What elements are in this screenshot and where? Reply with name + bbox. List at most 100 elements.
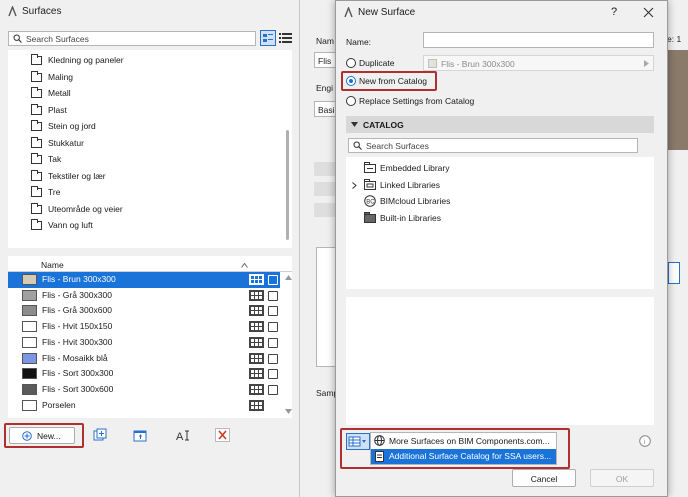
embedded-library-icon — [364, 162, 376, 173]
builtin-library-folder-icon — [364, 212, 376, 223]
folder-label: Plast — [48, 104, 67, 115]
texture-icon — [268, 275, 278, 285]
surface-list-item[interactable]: Flis - Sort 300x300 — [8, 366, 280, 382]
texture-icon — [268, 306, 278, 317]
texture-preview-fragment — [668, 50, 688, 150]
duplicate-radio[interactable] — [346, 58, 356, 68]
surface-list-item[interactable]: Flis - Sort 300x600 — [8, 382, 280, 398]
info-icon[interactable]: i — [639, 435, 651, 447]
catalog-popup-menu: More Surfaces on BIM Components.com... A… — [370, 432, 557, 465]
duplicate-label[interactable]: Duplicate — [359, 58, 394, 68]
list-header-name[interactable]: Name — [41, 260, 64, 270]
section-fragment-2 — [314, 182, 336, 196]
surface-swatch — [22, 305, 37, 317]
catalog-header-label: CATALOG — [363, 120, 404, 130]
window-title: Surfaces — [22, 6, 62, 17]
surface-swatch — [22, 289, 37, 301]
folder-row[interactable]: Vann og luft — [12, 218, 272, 234]
name-label: Name: — [346, 37, 372, 47]
section-fragment-1 — [314, 162, 336, 176]
surface-list-item[interactable]: Flis - Mosaikk blå — [8, 351, 280, 367]
replace-settings-radio[interactable] — [346, 96, 356, 106]
expand-chevron-icon[interactable] — [352, 182, 357, 189]
texture-icon — [268, 337, 278, 348]
folder-row[interactable]: Tre — [12, 185, 272, 201]
surface-list-item[interactable]: Flis - Hvit 300x300 — [8, 335, 280, 351]
library-tree: Embedded Library Linked Libraries BC BIM… — [346, 157, 654, 289]
thumbnail-view-button[interactable] — [260, 30, 276, 46]
catalog-search-input[interactable]: Search Surfaces — [348, 138, 638, 153]
surface-list-item[interactable]: Flis - Brun 300x300 — [8, 272, 280, 288]
close-icon[interactable] — [643, 7, 654, 18]
folder-row[interactable]: Maling — [12, 70, 272, 86]
folder-row[interactable]: Kledning og paneler — [12, 53, 272, 69]
library-bimcloud[interactable]: BIMcloud Libraries — [380, 196, 450, 206]
folder-row[interactable]: Stukkatur — [12, 136, 272, 152]
new-from-catalog-radio[interactable] — [346, 76, 356, 86]
surface-name: Flis - Brun 300x300 — [42, 274, 116, 284]
new-from-catalog-label[interactable]: New from Catalog — [359, 76, 427, 86]
chevron-right-icon — [644, 60, 649, 67]
texture-icon — [268, 290, 278, 301]
surface-name: Flis - Sort 300x600 — [42, 383, 114, 394]
folder-label: Uteområde og veier — [48, 203, 123, 214]
folder-icon — [31, 103, 42, 115]
surface-swatch — [22, 399, 37, 411]
import-icon[interactable] — [133, 428, 148, 442]
library-linked[interactable]: Linked Libraries — [380, 180, 440, 190]
menu-item-bim-components[interactable]: More Surfaces on BIM Components.com... — [389, 436, 550, 446]
ok-button[interactable]: OK — [590, 469, 654, 487]
folder-icon — [31, 70, 42, 82]
tree-scrollbar[interactable] — [286, 130, 289, 240]
duplicate-swatch — [428, 59, 437, 68]
folder-row[interactable]: Stein og jord — [12, 119, 272, 135]
link-icon-fragment[interactable] — [668, 262, 680, 284]
replace-settings-label[interactable]: Replace Settings from Catalog — [359, 96, 474, 106]
folder-row[interactable]: Metall — [12, 86, 272, 102]
new-button[interactable]: New... — [9, 427, 75, 444]
section-fragment-3 — [314, 203, 336, 217]
folder-icon — [31, 202, 42, 214]
folder-icon — [31, 54, 42, 65]
sort-arrow-icon[interactable] — [241, 263, 248, 268]
folder-label: Tak — [48, 154, 62, 164]
folder-icon — [31, 87, 42, 98]
surface-name: Flis - Grå 300x300 — [42, 289, 112, 300]
surfaces-titlebar: Surfaces — [0, 0, 300, 24]
scroll-up-arrow-icon[interactable] — [285, 275, 292, 280]
help-button[interactable]: ? — [611, 6, 617, 18]
duplicate-icon[interactable] — [93, 428, 107, 442]
rename-icon[interactable]: A — [175, 428, 191, 442]
surface-list-item[interactable]: Flis - Grå 300x600 — [8, 303, 280, 319]
folder-label: Vann og luft — [48, 220, 93, 230]
name-input[interactable] — [423, 32, 654, 48]
delete-icon[interactable] — [215, 428, 230, 442]
surfaces-search-input[interactable]: Search Surfaces — [8, 31, 256, 46]
folder-label: Stukkatur — [48, 137, 84, 148]
folder-row[interactable]: Tak — [12, 152, 272, 168]
catalog-header[interactable]: CATALOG — [346, 116, 654, 133]
catalog-search-placeholder: Search Surfaces — [366, 141, 429, 151]
vectorial-hatch-icon — [249, 399, 264, 411]
svg-text:BC: BC — [366, 200, 375, 206]
surface-list-item[interactable]: Flis - Hvit 150x150 — [8, 319, 280, 335]
surface-name: Flis - Mosaikk blå — [42, 352, 108, 363]
vectorial-hatch-icon — [249, 289, 264, 301]
surface-name: Flis - Hvit 300x300 — [42, 336, 113, 347]
surface-list-item[interactable]: Porselen — [8, 398, 280, 414]
folder-row[interactable]: Tekstiler og lær — [12, 169, 272, 185]
menu-item-ssa-row[interactable]: Additional Surface Catalog for SSA users… — [371, 449, 556, 464]
list-view-button[interactable] — [279, 32, 292, 44]
folder-row[interactable]: Uteområde og veier — [12, 202, 272, 218]
catalog-search-icon — [353, 141, 362, 150]
library-embedded[interactable]: Embedded Library — [380, 163, 449, 173]
surfaces-window: Surfaces Search Surfaces Kledning og pan… — [0, 0, 300, 497]
folder-icon — [31, 186, 42, 197]
svg-text:A: A — [176, 431, 184, 442]
cancel-button[interactable]: Cancel — [512, 469, 576, 487]
surface-list-item[interactable]: Flis - Grå 300x300 — [8, 288, 280, 304]
library-builtin[interactable]: Built-in Libraries — [380, 213, 441, 223]
folder-row[interactable]: Plast — [12, 103, 272, 119]
scroll-down-arrow-icon[interactable] — [285, 409, 292, 414]
preview-fragment — [316, 247, 336, 367]
